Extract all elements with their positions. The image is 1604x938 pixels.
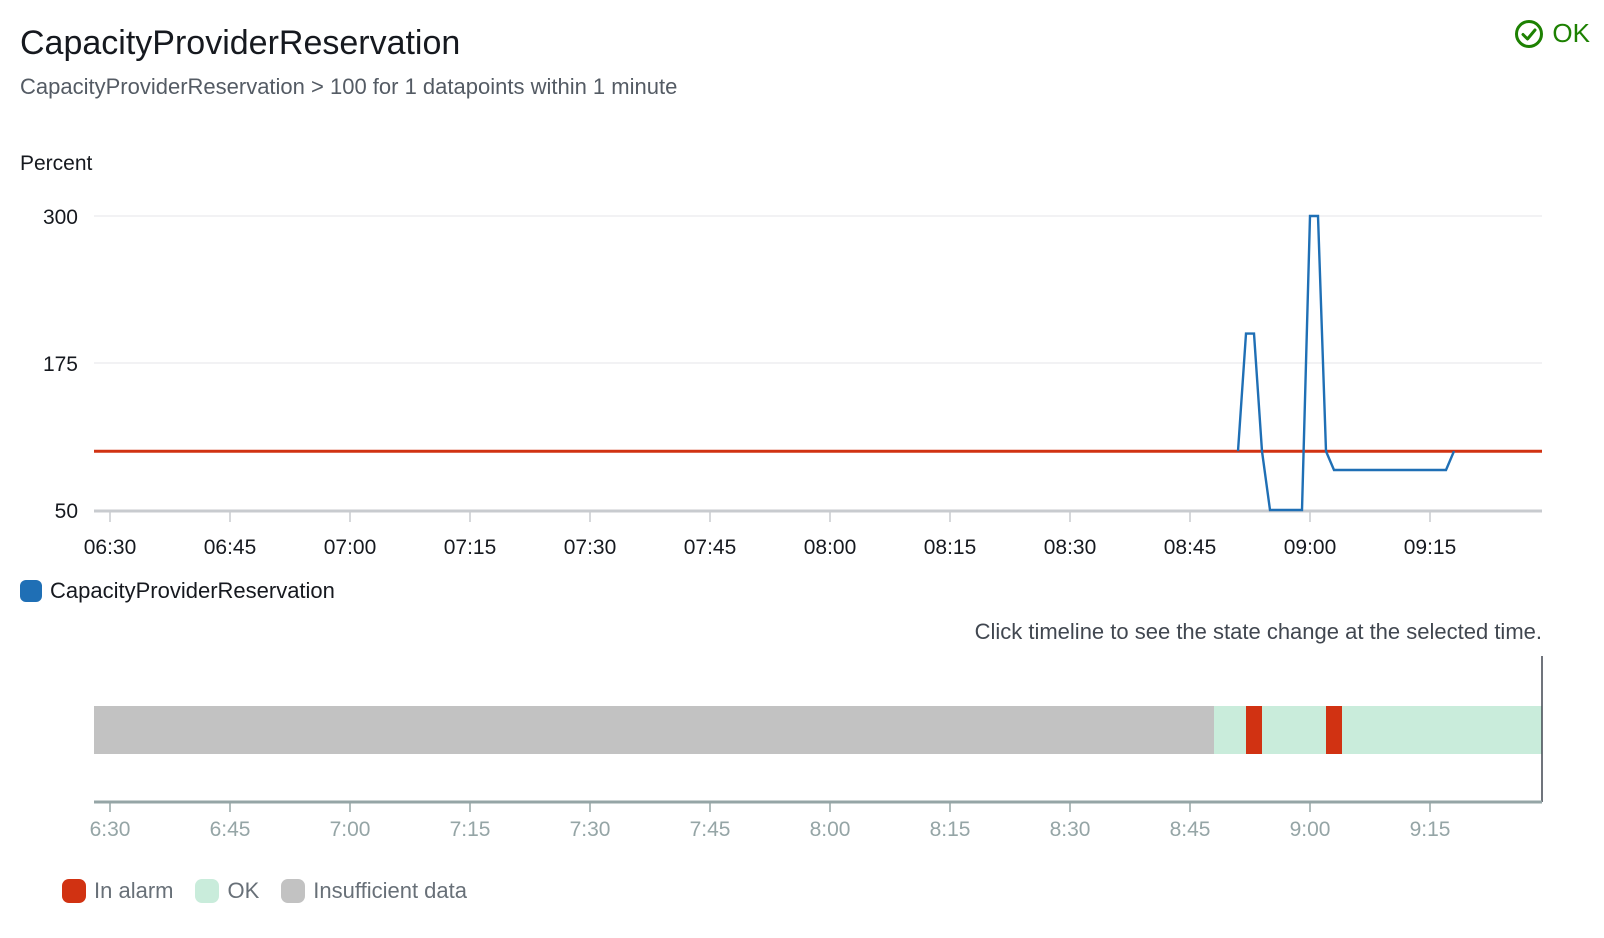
state-legend-alarm: In alarm [62, 878, 173, 904]
timeline-tick-label: 6:30 [90, 818, 131, 841]
timeline-segment-ok [1214, 706, 1246, 754]
timeline-tick-label: 7:45 [690, 818, 731, 841]
timeline-hint: Click timeline to see the state change a… [974, 619, 1542, 644]
x-tick-label: 07:45 [684, 536, 737, 559]
chart-legend[interactable]: CapacityProviderReservation [20, 578, 335, 604]
state-legend-ok: OK [195, 878, 259, 904]
x-tick-label: 09:00 [1284, 536, 1337, 559]
x-tick-label: 07:00 [324, 536, 377, 559]
timeline-tick-label: 8:00 [810, 818, 851, 841]
legend-swatch [20, 580, 42, 602]
x-tick-label: 09:15 [1404, 536, 1457, 559]
y-tick-label: 300 [43, 206, 78, 229]
alarm-swatch [62, 879, 86, 903]
timeline-tick-label: 7:00 [330, 818, 371, 841]
x-tick-label: 08:30 [1044, 536, 1097, 559]
timeline-tick-label: 8:30 [1050, 818, 1091, 841]
timeline-tick-label: 9:00 [1290, 818, 1331, 841]
ok-swatch [195, 879, 220, 903]
insufficient-swatch [281, 879, 306, 903]
state-legend: In alarm OK Insufficient data [62, 878, 467, 904]
timeline-tick-label: 7:30 [570, 818, 611, 841]
alarm-label: In alarm [94, 878, 174, 903]
x-tick-label: 07:15 [444, 536, 497, 559]
state-legend-insufficient: Insufficient data [281, 878, 467, 904]
ok-label: OK [227, 878, 260, 903]
timeline-tick-label: 8:45 [1170, 818, 1211, 841]
timeline-tick-label: 6:45 [210, 818, 251, 841]
timeline-segment-ok [1262, 706, 1326, 754]
x-tick-label: 08:00 [804, 536, 857, 559]
y-tick-label: 50 [55, 500, 78, 523]
x-tick-label: 07:30 [564, 536, 617, 559]
timeline-segment-alarm [1246, 706, 1262, 754]
timeline-tick-label: 7:15 [450, 818, 491, 841]
timeline-segment-ok [1342, 706, 1542, 754]
x-tick-label: 06:45 [204, 536, 257, 559]
insufficient-label: Insufficient data [313, 878, 467, 903]
x-tick-label: 06:30 [84, 536, 137, 559]
x-tick-label: 08:45 [1164, 536, 1217, 559]
metric-chart[interactable]: 300 175 50 06:30 06:45 07:00 07:15 07:30 07:45 08… [0, 0, 1604, 938]
legend-series-label: CapacityProviderReservation [50, 578, 335, 603]
timeline-tick-label: 8:15 [930, 818, 971, 841]
x-tick-label: 08:15 [924, 536, 977, 559]
timeline-segment-insufficient [94, 706, 1214, 754]
y-tick-label: 175 [43, 353, 78, 376]
timeline-segment-alarm [1326, 706, 1342, 754]
timeline-tick-label: 9:15 [1410, 818, 1451, 841]
